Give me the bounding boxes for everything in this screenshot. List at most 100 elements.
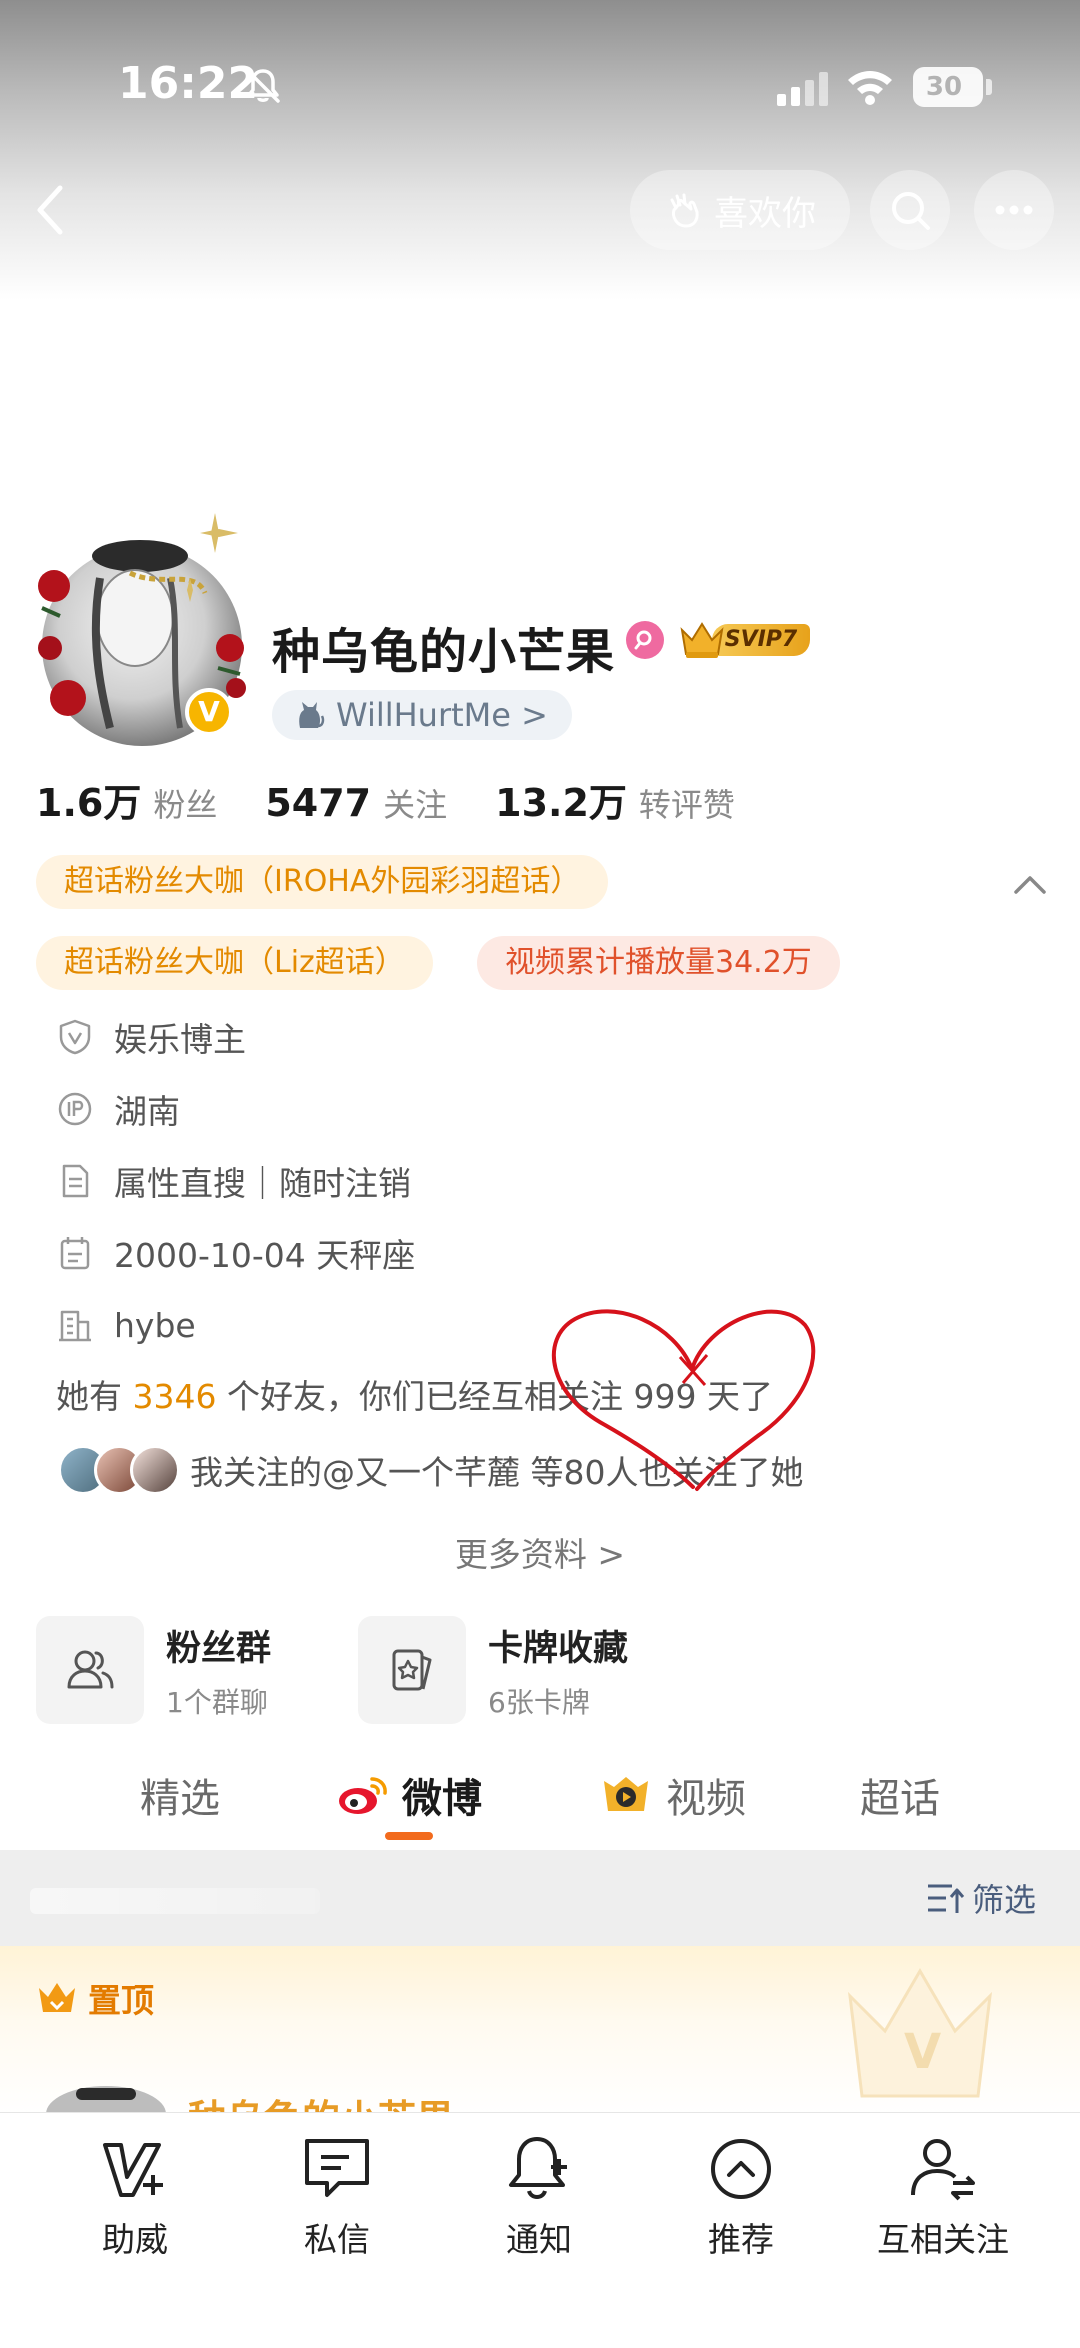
tag-supertopic-liz[interactable]: 超话粉丝大咖（Liz超话） bbox=[36, 936, 433, 990]
filter-icon bbox=[928, 1884, 965, 1913]
fans-group-icon bbox=[67, 1650, 114, 1689]
cheer-v-icon bbox=[103, 2143, 163, 2197]
more-button[interactable] bbox=[974, 170, 1054, 250]
tab-label: 微博 bbox=[402, 1776, 482, 1822]
crown-icon bbox=[680, 622, 724, 658]
bottom-nav: 助威 私信 通知 推荐 互相关注 bbox=[0, 2112, 1080, 2348]
info-text: 湖南 bbox=[114, 1092, 180, 1131]
message-icon bbox=[305, 2139, 369, 2197]
bottom-nav-label: 互相关注 bbox=[877, 2220, 1009, 2259]
bottom-nav-label: 推荐 bbox=[708, 2220, 774, 2259]
bottom-nav-mutual-follow[interactable]: 互相关注 bbox=[853, 2131, 1033, 2281]
battery-level: 30 bbox=[925, 72, 963, 102]
info-row-ip: 湖南 bbox=[56, 1085, 180, 1133]
battery-icon: 30 bbox=[913, 67, 983, 107]
info-row-bio: 属性直搜｜随时注销 bbox=[56, 1157, 411, 1205]
mutual-follow-icon bbox=[911, 2139, 975, 2201]
bottom-nav-message[interactable]: 私信 bbox=[247, 2131, 427, 2281]
feature-title: 粉丝群 bbox=[166, 1628, 272, 1669]
handle-text: WillHurtMe > bbox=[336, 696, 548, 734]
svip-badge[interactable]: SVIP7 bbox=[678, 618, 810, 660]
bell-plus-icon bbox=[509, 2137, 567, 2199]
pinned-text: 置顶 bbox=[88, 1981, 154, 2020]
shield-v-icon bbox=[59, 1019, 91, 1055]
tab-supertopic[interactable]: 超话 bbox=[860, 1755, 940, 1835]
stat-label: 转评赞 bbox=[638, 786, 735, 824]
feature-subtitle: 6张卡牌 bbox=[488, 1685, 590, 1719]
stat-interactions[interactable]: 13.2万 转评赞 bbox=[495, 772, 735, 827]
search-icon bbox=[892, 192, 930, 230]
stat-value: 13.2万 bbox=[495, 781, 627, 825]
card-collection-icon-box bbox=[358, 1616, 466, 1724]
bell-off-icon bbox=[246, 69, 280, 103]
tab-label: 视频 bbox=[666, 1776, 746, 1822]
info-text: 属性直搜｜随时注销 bbox=[114, 1164, 411, 1203]
more-info-link[interactable]: 更多资料 > bbox=[0, 1528, 1080, 1576]
info-row-category: 娱乐博主 bbox=[56, 1013, 246, 1061]
filter-button[interactable]: 筛选 bbox=[924, 1872, 1036, 1924]
bottom-nav-label: 私信 bbox=[304, 2220, 370, 2259]
feature-subtitle: 1个群聊 bbox=[166, 1685, 268, 1719]
magnifier-icon bbox=[634, 630, 652, 650]
stat-label: 关注 bbox=[383, 786, 448, 824]
weibo-icon bbox=[339, 1777, 387, 1814]
signal-icon bbox=[777, 72, 828, 106]
friends-count[interactable]: 3346 bbox=[133, 1377, 217, 1416]
tab-weibo[interactable]: 微博 bbox=[336, 1755, 482, 1835]
filter-bar: 筛选 bbox=[0, 1850, 1080, 1946]
profile-name: 种乌龟的小芒果 bbox=[272, 624, 616, 680]
crown-decoration-icon: V bbox=[847, 1968, 993, 2098]
feature-title: 卡牌收藏 bbox=[488, 1628, 629, 1669]
stats-row: 1.6万 粉丝 5477 关注 13.2万 转评赞 bbox=[36, 772, 783, 828]
search-button[interactable] bbox=[870, 170, 950, 250]
status-bar: 16:22 30 bbox=[0, 0, 1080, 170]
fans-group-icon-box bbox=[36, 1616, 144, 1724]
tag-supertopic-iroha[interactable]: 超话粉丝大咖（IROHA外园彩羽超话） bbox=[36, 855, 609, 909]
pinned-label: 置顶 bbox=[36, 1974, 154, 2022]
fans-group-card[interactable]: 粉丝群 1个群聊 bbox=[36, 1615, 271, 1725]
calendar-icon bbox=[60, 1237, 90, 1270]
info-text: 2000-10-04 天秤座 bbox=[114, 1236, 416, 1275]
stat-label: 粉丝 bbox=[153, 786, 218, 824]
battery-tip bbox=[986, 79, 992, 95]
friends-suffix: 个好友，你们已经互相关注 999 天了 bbox=[216, 1377, 773, 1416]
more-icon bbox=[995, 205, 1033, 215]
bottom-nav-label: 通知 bbox=[506, 2220, 572, 2259]
info-row-company: hybe bbox=[56, 1301, 196, 1349]
tab-featured[interactable]: 精选 bbox=[140, 1755, 220, 1835]
info-row-birthday: 2000-10-04 天秤座 bbox=[56, 1229, 415, 1277]
back-icon[interactable] bbox=[26, 180, 76, 240]
bottom-nav-notify[interactable]: 通知 bbox=[449, 2131, 629, 2281]
like-you-button[interactable]: 喜欢你 bbox=[630, 170, 850, 250]
mini-avatar bbox=[130, 1445, 180, 1495]
tab-video[interactable]: 视频 bbox=[600, 1755, 746, 1835]
mutual-followers-row[interactable]: 我关注的@又一个芊麓 等80人也关注了她 bbox=[58, 1442, 803, 1498]
stat-value: 5477 bbox=[265, 781, 372, 825]
friends-prefix: 她有 bbox=[56, 1377, 133, 1416]
clap-hand-icon bbox=[670, 193, 699, 228]
wifi-icon bbox=[848, 71, 892, 105]
handle-link[interactable]: WillHurtMe > bbox=[272, 690, 572, 740]
active-tab-indicator bbox=[385, 1832, 433, 1840]
mini-avatar-stack bbox=[58, 1443, 182, 1497]
svg-text:V: V bbox=[904, 2024, 941, 2080]
chevron-up-icon[interactable] bbox=[1010, 868, 1050, 900]
profile-tabs: 精选 微博 视频 超话 bbox=[0, 1755, 1080, 1845]
cat-icon bbox=[299, 702, 325, 728]
bottom-nav-cheer[interactable]: 助威 bbox=[45, 2131, 225, 2281]
stat-followers[interactable]: 1.6万 粉丝 bbox=[36, 772, 217, 827]
ip-icon bbox=[58, 1092, 92, 1126]
search-badge-icon[interactable] bbox=[626, 621, 664, 659]
building-icon bbox=[59, 1310, 91, 1342]
card-collection-icon bbox=[392, 1649, 432, 1691]
info-text: 娱乐博主 bbox=[114, 1020, 246, 1059]
pinned-section: 置顶 V 种乌龟的小芒果 bbox=[0, 1946, 1080, 2141]
bottom-nav-recommend[interactable]: 推荐 bbox=[651, 2131, 831, 2281]
tab-label: 超话 bbox=[860, 1776, 940, 1822]
stat-following[interactable]: 5477 关注 bbox=[265, 780, 447, 826]
tag-video-plays[interactable]: 视频累计播放量34.2万 bbox=[477, 936, 840, 990]
info-text: hybe bbox=[114, 1305, 196, 1345]
card-collection-card[interactable]: 卡牌收藏 6张卡牌 bbox=[358, 1615, 628, 1725]
profile-page: 16:22 30 喜欢你 V 种乌龟的小芒果 SVIP7 WillHurtMe … bbox=[0, 0, 1080, 2348]
filter-placeholder bbox=[30, 1888, 320, 1914]
